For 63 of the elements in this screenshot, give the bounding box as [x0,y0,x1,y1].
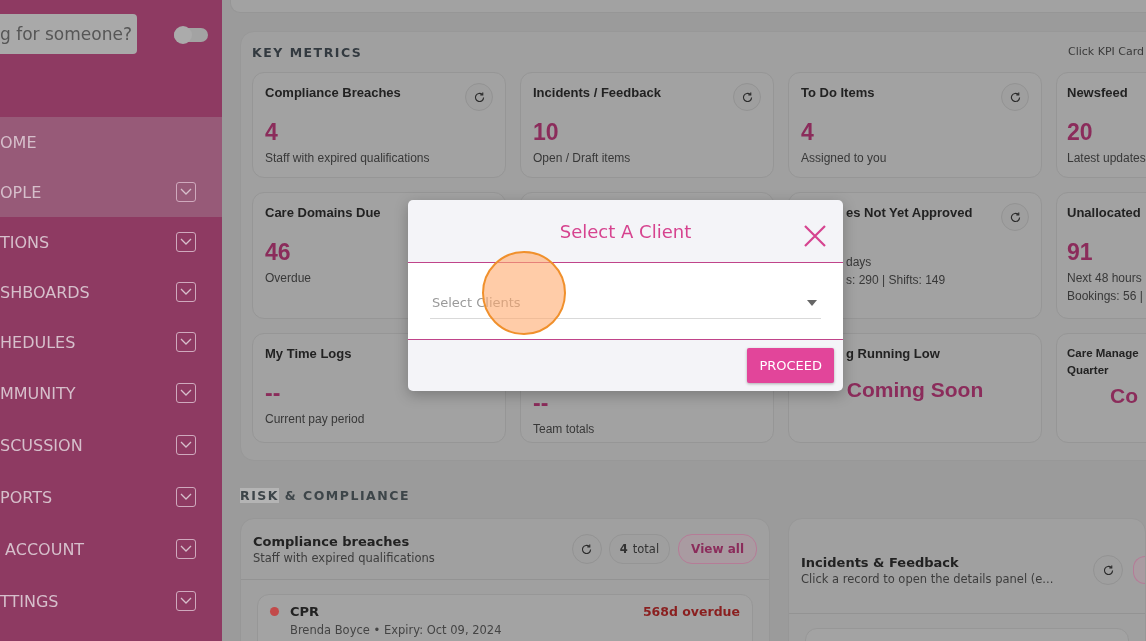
kpi-card[interactable]: To Do Items 4 Assigned to you [788,72,1042,178]
kpi-card[interactable]: Unallocated 91 Next 48 hours Bookings: 56 | [1056,192,1146,319]
kpi-card[interactable]: Compliance Breaches 4 Staff with expired qualifications [252,72,506,178]
metric-caption: s: 290 | Shifts: 149 [846,273,946,287]
metric-value: 4 [265,119,278,145]
card-title: es Not Yet Approved [846,204,973,221]
panel-title: Compliance breaches [253,533,411,549]
card-title: Care Manage Quarter [1067,346,1139,378]
record-detail: Brenda Boyce • Expiry: Oct 09, 2024 [290,623,503,637]
metric-caption: Staff with expired qualifications [265,151,430,165]
hint-text: Click KPI Card [1067,45,1146,60]
panel-subtitle: Click a record to open the details panel (e... [801,571,1055,586]
view-all-button[interactable]: View all [678,534,757,564]
metric-caption: Bookings: 56 | [1067,289,1143,303]
card-title: Unallocated [1067,204,1141,221]
card-title: My Time Logs [265,345,352,362]
kpi-card[interactable]: Incidents / Feedback 10 Open / Draft items [520,72,774,178]
nav-item[interactable]: TTINGS [0,575,222,627]
panel-title: Incidents & Feedback [801,554,960,570]
metric-caption: Assigned to you [801,151,887,165]
metric-value: -- [533,390,549,416]
record-title: CPR [290,604,321,619]
metric-caption: Team totals [533,422,595,436]
nav-item[interactable]: SCUSSION [0,419,222,471]
nav-item[interactable]: TIONS [0,217,222,267]
metric-caption: Open / Draft items [533,151,631,165]
count-badge: 4 total [608,534,671,564]
kpi-card[interactable]: Care Manage Quarter Co [1056,333,1146,443]
proceed-button[interactable]: PROCEED [747,348,834,383]
overdue-status: 568d overdue [642,604,740,619]
metric-caption: days [846,255,872,269]
metric-value: 10 [533,119,559,145]
coming-soon-text: Coming Soon [845,378,985,402]
record-card[interactable]: CPR 568d overdue Brenda Boyce • Expiry: Oct 09, 2024 [257,594,753,641]
card-title: Newsfeed [1067,84,1128,101]
search-field[interactable]: g for someone? [0,14,137,54]
card-title: To Do Items [801,84,875,101]
metric-value: 91 [1067,239,1093,265]
card-title: Compliance Breaches [265,84,401,101]
nav-item[interactable]: MMUNITY [0,367,222,419]
nav-item[interactable]: OPLE [0,167,222,217]
nav-item[interactable]: ACCOUNT [0,523,222,575]
section-heading: RISK & COMPLIANCE [240,488,410,503]
metric-value: -- [265,380,281,406]
metric-caption: Next 48 hours [1067,271,1142,285]
metric-caption: Overdue [265,271,312,285]
nav-item[interactable]: SHBOARDS [0,267,222,317]
metric-value: 46 [265,239,291,265]
coming-soon-text: Co [1109,384,1138,408]
dialog-title: Select A Client [559,220,692,242]
kpi-card[interactable]: Newsfeed 20 Latest updates [1056,72,1146,178]
metric-value: 4 [801,119,814,145]
nav-item[interactable]: HEDULES [0,317,222,367]
metric-caption: Current pay period [265,412,365,426]
nav-item[interactable]: PORTS [0,471,222,523]
card-title: g Running Low [846,345,940,362]
card-title: Care Domains Due [265,204,381,221]
section-heading: KEY METRICS [252,45,364,60]
nav-item[interactable]: OME [0,117,222,167]
panel-subtitle: Staff with expired qualifications [253,550,436,565]
card-title: Incidents / Feedback [533,84,661,101]
metric-value: 20 [1067,119,1093,145]
metric-caption: Latest updates [1067,151,1146,165]
